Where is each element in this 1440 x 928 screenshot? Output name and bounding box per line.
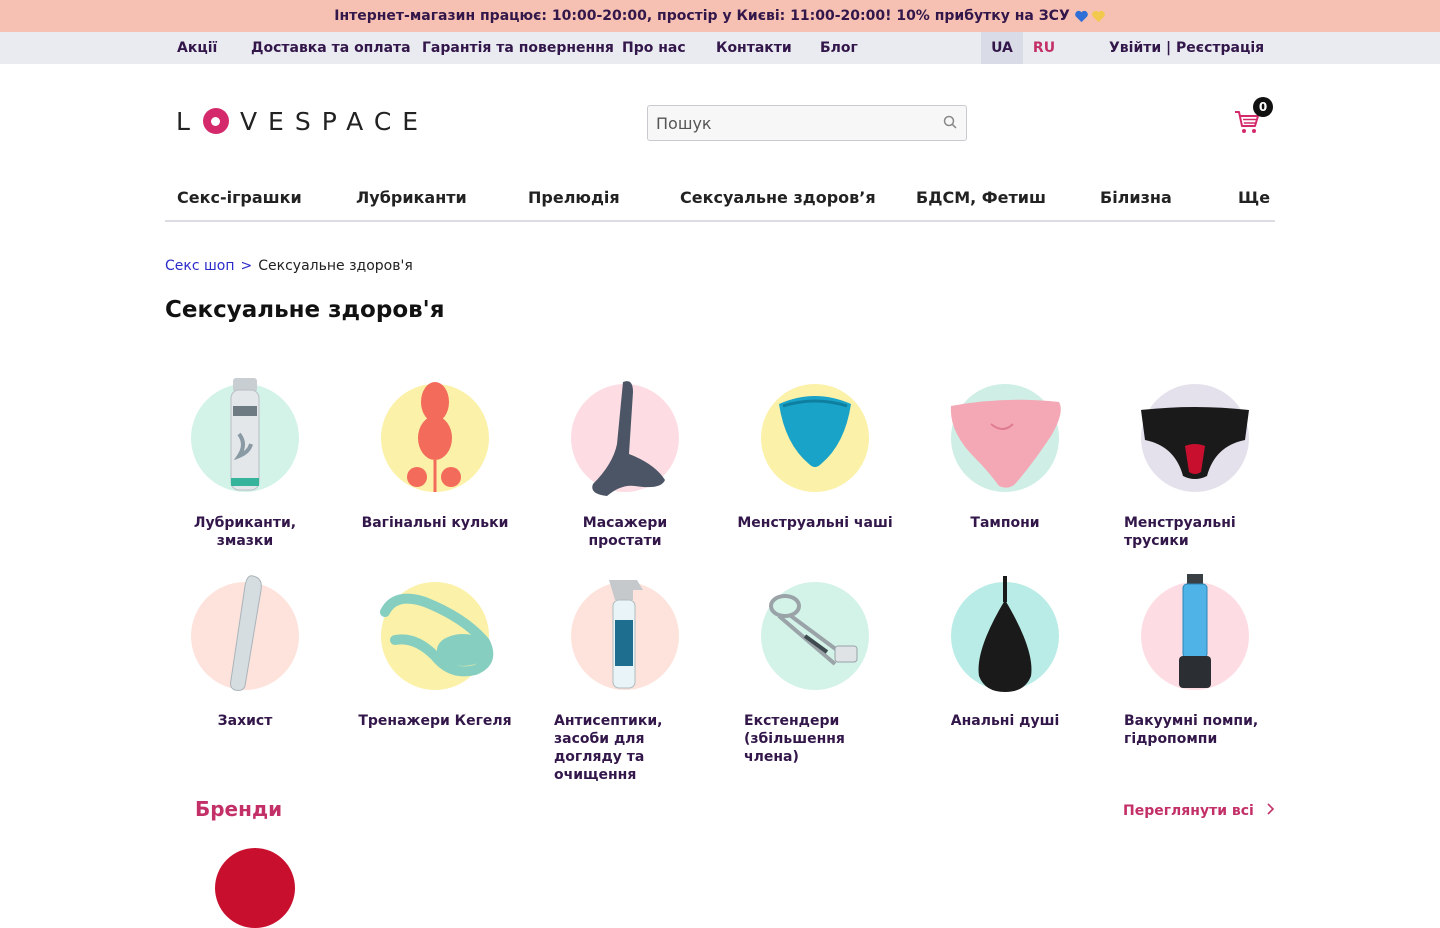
breadcrumb-home[interactable]: Секс шоп <box>165 258 235 274</box>
category-label: Лубриканти, змазки <box>193 515 297 549</box>
category-label: Тренажери Кегеля <box>358 713 512 729</box>
period-panties-icon <box>1141 407 1249 479</box>
category-label: Масажери простати <box>582 515 668 549</box>
logo-letter: L <box>176 106 201 136</box>
lang-ru[interactable]: RU <box>1023 32 1065 64</box>
topnav-promotions[interactable]: Акції <box>177 32 217 64</box>
announcement-text: Інтернет-магазин працює: 10:00-20:00, пр… <box>334 8 1070 24</box>
catnav-foreplay[interactable]: Прелюдія <box>528 188 620 207</box>
condom-sleeve-icon <box>230 575 262 691</box>
spray-bottle-icon <box>609 580 643 689</box>
lang-ua[interactable]: UA <box>981 32 1023 64</box>
category-label: Менструальні чаші <box>737 515 893 531</box>
catnav-sexual-health[interactable]: Сексуальне здоров’я <box>680 188 876 207</box>
catnav-bdsm[interactable]: БДСМ, Фетиш <box>916 188 1046 207</box>
catnav-sex-toys[interactable]: Секс-іграшки <box>177 188 302 207</box>
category-label: Анальні душі <box>950 713 1060 729</box>
lubricant-bottle-icon <box>230 378 260 491</box>
view-all-brands-link[interactable]: Переглянути всі <box>1123 803 1275 819</box>
breadcrumb-separator: > <box>240 258 253 274</box>
cart-count-badge: 0 <box>1253 97 1273 117</box>
catnav-more[interactable]: Ще <box>1238 188 1270 207</box>
catnav-lubricants[interactable]: Лубриканти <box>356 188 467 207</box>
prostate-massager-icon <box>592 381 665 496</box>
category-nav: Секс-іграшки Лубриканти Прелюдія Сексуал… <box>165 178 1275 222</box>
menstrual-cup-icon <box>779 396 851 467</box>
topnav-blog[interactable]: Блог <box>820 32 858 64</box>
breadcrumb: Секс шоп > Сексуальне здоров'я <box>165 258 413 274</box>
vaginal-balls-icon <box>407 382 461 492</box>
page-title: Сексуальне здоров'я <box>165 297 445 323</box>
breadcrumb-current: Сексуальне здоров'я <box>258 258 413 274</box>
vacuum-pump-icon <box>1179 574 1211 688</box>
category-label: Захист <box>217 713 273 729</box>
chevron-right-icon <box>1267 803 1274 815</box>
topnav-contacts[interactable]: Контакти <box>716 32 792 64</box>
view-all-label: Переглянути всі <box>1123 803 1254 819</box>
logo[interactable]: L VESPACE <box>176 106 430 136</box>
category-label: Вагінальні кульки <box>361 515 509 531</box>
category-label: Менструальні трусики <box>1124 515 1236 549</box>
category-label: Екстендери (збільшення члена) <box>744 713 845 765</box>
blue-heart-icon <box>1074 10 1088 22</box>
top-nav: Акції Доставка та оплата Гарантія та пов… <box>0 32 1440 64</box>
search-icon[interactable] <box>942 114 958 130</box>
announcement-bar: Інтернет-магазин працює: 10:00-20:00, пр… <box>0 0 1440 32</box>
kegel-trainer-icon <box>380 593 494 677</box>
anal-douche-icon <box>978 576 1032 692</box>
brands-title: Бренди <box>195 797 283 821</box>
topnav-delivery[interactable]: Доставка та оплата <box>251 32 411 64</box>
topnav-about[interactable]: Про нас <box>622 32 686 64</box>
logo-circle-icon <box>202 108 229 134</box>
hearts <box>1074 9 1106 24</box>
extender-icon <box>769 594 858 666</box>
tampon-sponge-icon <box>950 399 1061 488</box>
logo-text: VESPACE <box>239 106 430 136</box>
catnav-lingerie[interactable]: Білизна <box>1100 188 1172 207</box>
yellow-heart-icon <box>1091 10 1105 22</box>
search-input[interactable] <box>648 106 928 140</box>
category-label: Вакуумні помпи, гідропомпи <box>1124 713 1259 747</box>
search-box <box>647 105 967 141</box>
brand-logo[interactable] <box>215 848 295 928</box>
auth-link[interactable]: Увійти | Реєстрація <box>1109 32 1264 64</box>
topnav-warranty[interactable]: Гарантія та повернення <box>422 32 614 64</box>
category-label: Антисептики, засоби для догляду та очище… <box>554 713 663 783</box>
category-label: Тампони <box>970 515 1040 531</box>
